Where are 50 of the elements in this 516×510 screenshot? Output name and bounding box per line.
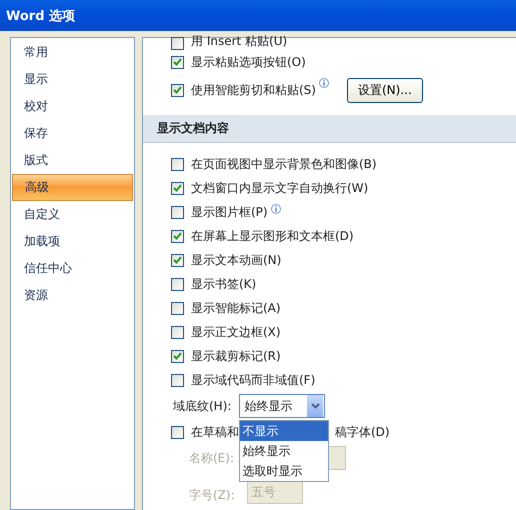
checkbox[interactable] <box>171 278 184 290</box>
option-label: 显示域代码而非域值(F) <box>191 372 316 388</box>
dropdown-option[interactable]: 选取时显示 <box>240 461 328 481</box>
section-title: 显示文档内容 <box>157 120 229 137</box>
checkbox[interactable] <box>171 326 184 338</box>
sidebar-item[interactable]: 信任中心 <box>11 255 134 282</box>
option-label: 显示书签(K) <box>191 276 256 292</box>
option-label: 显示智能标记(A) <box>191 300 281 316</box>
settings-button[interactable]: 设置(N)... <box>346 78 423 102</box>
option-label: 在页面视图中显示背景色和图像(B) <box>191 156 377 172</box>
sidebar-item[interactable]: 保存 <box>11 120 134 147</box>
option-label: 显示图片框(P) <box>191 204 268 220</box>
checkbox[interactable] <box>171 254 184 266</box>
checkbox[interactable] <box>171 56 184 68</box>
option-label: 显示文本动画(N) <box>191 252 282 268</box>
sidebar-item[interactable]: 常用 <box>11 39 134 66</box>
font-size-label: 字号(Z): <box>189 487 235 504</box>
sidebar-item[interactable]: 加载项 <box>11 228 134 255</box>
field-shading-dropdown[interactable]: 始终显示 <box>239 394 326 418</box>
dropdown-option[interactable]: 不显示 <box>240 421 328 441</box>
checkbox[interactable] <box>171 350 184 362</box>
checkbox[interactable] <box>171 84 184 96</box>
option-label: 稿字体(D) <box>335 424 390 440</box>
checkbox[interactable] <box>171 230 184 242</box>
option-label: 显示裁剪标记(R) <box>191 348 281 364</box>
checkbox[interactable] <box>171 426 184 438</box>
chevron-down-icon <box>310 403 320 409</box>
option-label: 在屏幕上显示图形和文本框(D) <box>191 228 354 244</box>
option-label: 在草稿和 <box>191 424 239 440</box>
window-title: Word 选项 <box>6 8 76 24</box>
sidebar-item[interactable]: 自定义 <box>11 201 134 228</box>
sidebar-item[interactable]: 资源 <box>11 282 134 309</box>
field-shading-label: 域底纹(H): <box>173 398 232 414</box>
option-label: 显示粘贴选项按钮(O) <box>191 54 306 70</box>
checkbox[interactable] <box>171 206 184 218</box>
checkbox[interactable] <box>171 158 184 170</box>
checkbox[interactable] <box>171 302 184 314</box>
checkbox[interactable] <box>171 374 184 386</box>
sidebar-item[interactable]: 校对 <box>11 93 134 120</box>
checkbox[interactable] <box>171 182 184 194</box>
sidebar-item[interactable]: 版式 <box>11 147 134 174</box>
sidebar-item[interactable]: 显示 <box>11 66 134 93</box>
option-label: 使用智能剪切和粘贴(S) <box>191 82 316 98</box>
checkbox[interactable] <box>171 37 184 50</box>
dropdown-option[interactable]: 始终显示 <box>240 441 328 461</box>
option-label: 文档窗口内显示文字自动换行(W) <box>191 180 368 196</box>
option-label: 显示正文边框(X) <box>191 324 281 340</box>
option-label: 用 Insert 粘贴(U) <box>191 33 288 50</box>
sidebar-item[interactable]: 高级 <box>12 174 133 201</box>
font-name-label: 名称(E): <box>189 450 234 466</box>
